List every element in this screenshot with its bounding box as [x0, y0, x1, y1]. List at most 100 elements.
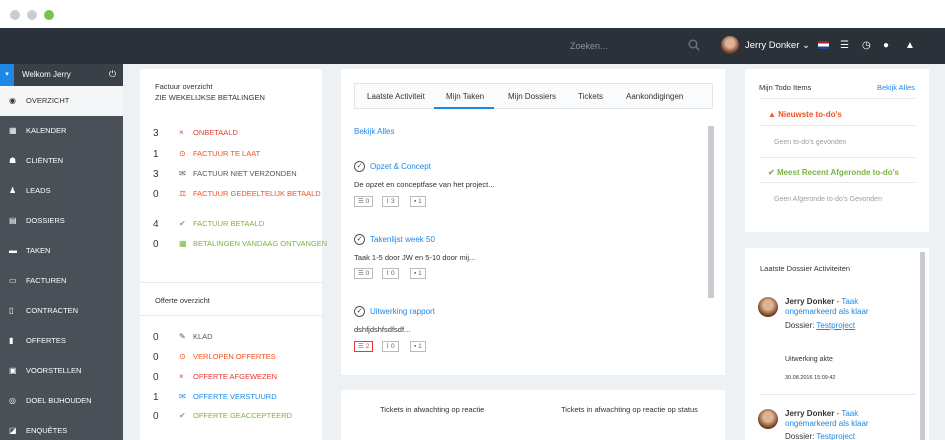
newest-todos-empty: Geen to-do's gevonden [774, 139, 847, 146]
activity-user[interactable]: Jerry Donker [785, 409, 834, 418]
search-input[interactable]: Zoeken... [570, 37, 705, 55]
bell-icon[interactable]: ▲ [905, 40, 915, 52]
user-menu[interactable]: Jerry Donker ⌄ [745, 40, 810, 51]
invoice-overview-subtitle[interactable]: ZIE WEKELIJKSE BETALINGEN [155, 93, 265, 102]
task-title[interactable]: Uitwerking rapport [370, 307, 435, 316]
label: KLAD [193, 332, 213, 341]
count: 1 [153, 149, 159, 160]
todo-view-all-link[interactable]: Bekijk Alles [877, 83, 915, 92]
activity-dossier: Dossier: Testproject [785, 432, 855, 440]
tab-mijn-dossiers[interactable]: Mijn Dossiers [508, 92, 556, 101]
view-all-tasks-link[interactable]: Bekijk Alles [354, 127, 394, 136]
leads-icon: ♟ [9, 186, 17, 195]
count: 1 [153, 392, 159, 403]
sidebar-item-leads[interactable]: ♟ LEADS [0, 176, 123, 206]
label: VERLOPEN OFFERTES [193, 352, 276, 361]
task-check-icon[interactable]: ✓ [354, 161, 365, 172]
search-icon[interactable] [688, 39, 700, 51]
sidebar-toggle-icon[interactable]: ▾ [0, 64, 14, 86]
dossier-link[interactable]: Testproject [816, 432, 855, 440]
task-description: De opzet en conceptfase van het project.… [354, 180, 495, 189]
clock-icon: ⊙ [179, 352, 186, 361]
sidebar-item-voorstellen[interactable]: ▣ VOORSTELLEN [0, 356, 123, 386]
power-icon[interactable]: ⏻ [109, 69, 116, 80]
activity-timestamp: 30.08.2016 15:09:42 [785, 375, 836, 381]
activity-user[interactable]: Jerry Donker [785, 297, 834, 306]
scrollbar[interactable] [708, 126, 714, 298]
folder-icon: ▤ [9, 216, 17, 225]
active-tab-indicator [434, 107, 494, 109]
sidebar-item-enquetes[interactable]: ◪ ENQUÊTES [0, 416, 123, 440]
dossier-label: Dossier: [785, 432, 815, 440]
sidebar-item-contracten[interactable]: ▯ CONTRACTEN [0, 296, 123, 326]
window-close-dot[interactable] [10, 10, 20, 20]
activity-item: Jerry Donker - Taak ongemarkeerd als kla… [785, 409, 869, 428]
divider [759, 157, 915, 158]
avatar [758, 297, 778, 317]
comment-icon: ▪ [414, 198, 417, 205]
completed-todos-header: ✔ Meest Recent Afgeronde to-do's [768, 168, 899, 177]
completed-todos-label: Meest Recent Afgeronde to-do's [776, 168, 899, 177]
sidebar-item-label: CLIËNTEN [26, 156, 64, 165]
sidebar-item-label: FACTUREN [26, 276, 67, 285]
divider [760, 394, 916, 395]
checklist-icon: ☰ [358, 270, 364, 277]
task-check-icon[interactable]: ✓ [354, 306, 365, 317]
paperclip-icon: ⌇ [386, 270, 390, 277]
attachment-badge: ⌇ 3 [382, 196, 399, 207]
users-icon: ☗ [9, 156, 17, 165]
sidebar-item-dossiers[interactable]: ▤ DOSSIERS [0, 206, 123, 236]
divider [759, 125, 915, 126]
tab-tickets[interactable]: Tickets [578, 92, 603, 101]
checklist-count: 0 [365, 198, 370, 205]
check-icon: ✔ [179, 219, 186, 228]
list-icon[interactable]: ☰ [840, 40, 849, 52]
count: 0 [153, 352, 159, 363]
quote-icon: ▮ [9, 336, 14, 345]
sidebar-item-offertes[interactable]: ▮ OFFERTES [0, 326, 123, 356]
chat-icon[interactable]: ● [883, 40, 889, 52]
sidebar-item-taken[interactable]: ▬ TAKEN [0, 236, 123, 266]
sidebar-item-label: DOEL BIJHOUDEN [26, 396, 92, 405]
window-chrome [0, 0, 945, 28]
tab-mijn-taken[interactable]: Mijn Taken [446, 92, 484, 101]
task-title[interactable]: Takenlijst week 50 [370, 235, 435, 244]
x-icon: × [179, 128, 184, 137]
attachment-badge: ⌇ 0 [382, 268, 399, 279]
task-check-icon[interactable]: ✓ [354, 234, 365, 245]
check-icon: ✔ [179, 411, 186, 420]
clock-icon[interactable]: ◷ [862, 40, 871, 52]
completed-todos-empty: Geen Afgeronde to-do's Gevonden [774, 196, 882, 203]
sidebar-item-overzicht[interactable]: ◉ OVERZICHT [0, 86, 123, 116]
tab-aankondigingen[interactable]: Aankondigingen [626, 92, 683, 101]
window-minimize-dot[interactable] [27, 10, 37, 20]
language-flag-icon[interactable] [818, 41, 829, 49]
sidebar-item-clienten[interactable]: ☗ CLIËNTEN [0, 146, 123, 176]
window-maximize-dot[interactable] [44, 10, 54, 20]
sidebar-item-facturen[interactable]: ▭ FACTUREN [0, 266, 123, 296]
tab-laatste-activiteit[interactable]: Laatste Activiteit [367, 92, 425, 101]
newest-todos-label: Nieuwste to-do's [778, 110, 842, 119]
todo-title: Mijn Todo Items [759, 83, 812, 92]
clock-icon: ⊙ [179, 149, 186, 158]
avatar[interactable] [721, 36, 739, 54]
quote-overview-title: Offerte overzicht [155, 296, 210, 305]
sidebar-item-doel-bijhouden[interactable]: ◎ DOEL BIJHOUDEN [0, 386, 123, 416]
scrollbar[interactable] [920, 252, 925, 440]
sidebar-item-label: TAKEN [26, 246, 51, 255]
dossier-activity-title: Laatste Dossier Activiteiten [760, 264, 851, 273]
task-description: Taak 1-5 door JW en 5-10 door mij... [354, 253, 476, 262]
sidebar-item-label: OFFERTES [26, 336, 66, 345]
survey-icon: ◪ [9, 426, 17, 435]
dossier-link[interactable]: Testproject [816, 321, 855, 330]
activity-dossier: Dossier: Testproject [785, 321, 855, 330]
comment-count: 1 [418, 198, 422, 205]
contract-icon: ▯ [9, 306, 14, 315]
label: FACTUUR TE LAAT [193, 149, 261, 158]
task-title[interactable]: Opzet & Concept [370, 162, 431, 171]
sidebar-item-kalender[interactable]: ▦ KALENDER [0, 116, 123, 146]
checklist-badge: ☰ 0 [354, 196, 374, 207]
divider [140, 282, 322, 283]
label: OFFERTE AFGEWEZEN [193, 372, 278, 381]
count: 0 [153, 189, 159, 200]
